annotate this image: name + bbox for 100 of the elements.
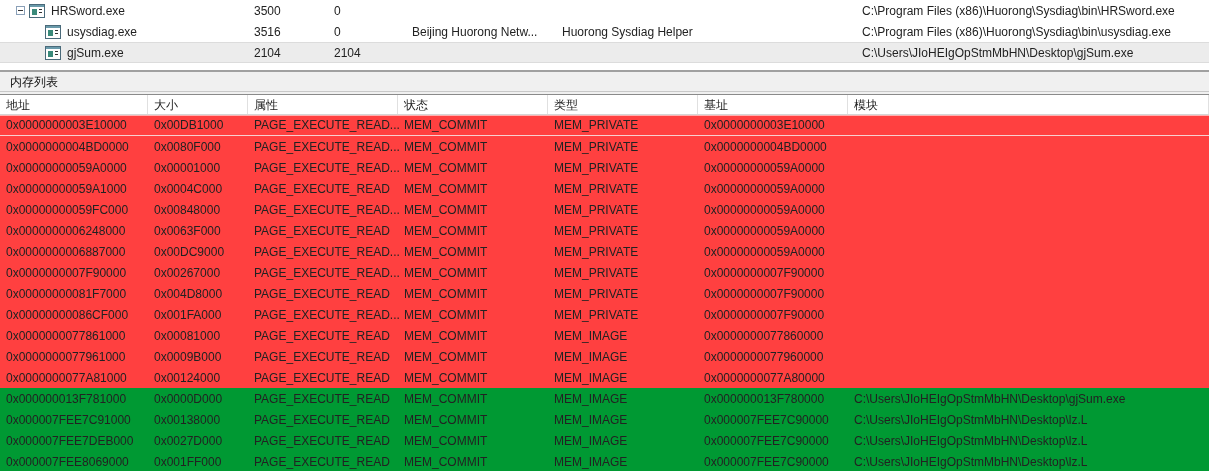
table-cell: 0x00000000059A0000 — [704, 244, 825, 259]
column-header[interactable]: 大小 — [148, 95, 248, 114]
table-cell: PAGE_EXECUTE_READ — [254, 454, 390, 469]
table-cell: MEM_COMMIT — [404, 433, 488, 448]
table-cell: MEM_PRIVATE — [554, 160, 639, 175]
table-cell: 0x001FA000 — [154, 307, 222, 322]
table-cell: 0x00000000059A0000 — [704, 181, 825, 196]
table-cell: 0x000007FEE7C90000 — [704, 454, 829, 469]
table-cell: PAGE_EXECUTE_READ — [254, 370, 390, 385]
table-cell: 0x00000000081F7000 — [6, 286, 127, 301]
memory-row[interactable]: 0x00000000086CF000 0x001FA000 PAGE_EXECUTE_READ... MEM_COMMIT MEM_PRIVATE 0x0000000007F90000 — [0, 304, 1209, 325]
process-row[interactable]: gjSum.exe 2104 2104 C:\Users\JIoHEIgOpStmMbHN\Desktop\gjSum.exe — [0, 42, 1209, 63]
column-header[interactable]: 类型 — [548, 95, 698, 114]
table-cell: MEM_IMAGE — [554, 328, 628, 343]
memory-row[interactable]: 0x00000000059A0000 0x00001000 PAGE_EXECUTE_READ... MEM_COMMIT MEM_PRIVATE 0x00000000059A0000 — [0, 157, 1209, 178]
table-cell: 0x000007FEE7C90000 — [704, 412, 829, 427]
column-header[interactable]: 地址 — [0, 95, 148, 114]
table-cell: C:\Users\JIoHEIgOpStmMbHN\Desktop\lz.L — [854, 454, 1088, 469]
table-cell: MEM_COMMIT — [404, 160, 488, 175]
memory-row[interactable]: 0x0000000003E10000 0x00DB1000 PAGE_EXECUTE_READ... MEM_COMMIT MEM_PRIVATE 0x0000000003E10000 — [0, 115, 1209, 136]
table-cell: 0x0000000077A81000 — [6, 370, 127, 385]
memory-row[interactable]: 0x00000000059A1000 0x0004C000 PAGE_EXECUTE_READ MEM_COMMIT MEM_PRIVATE 0x00000000059A0000 — [0, 178, 1209, 199]
table-cell: PAGE_EXECUTE_READ... — [254, 265, 400, 280]
window-icon — [45, 24, 61, 39]
path-text: C:\Program Files (x86)\Huorong\Sysdiag\bin\HRSword.exe — [862, 2, 1175, 20]
company-text: Beijing Huorong Netw... — [412, 24, 538, 39]
table-cell: 0x0000000077961000 — [6, 349, 126, 364]
table-cell: 0x0000000007F90000 — [704, 265, 825, 280]
table-cell: 0x00848000 — [154, 202, 221, 217]
memory-row[interactable]: 0x0000000004BD0000 0x0080F000 PAGE_EXECUTE_READ... MEM_COMMIT MEM_PRIVATE 0x0000000004BD0000 — [0, 136, 1209, 157]
table-cell: 0x0000000003E10000 — [6, 118, 127, 132]
table-cell: 0x000007FEE8069000 — [6, 454, 129, 469]
path-text: C:\Users\JIoHEIgOpStmMbHN\Desktop\gjSum.exe — [862, 44, 1134, 62]
table-cell: MEM_COMMIT — [404, 118, 488, 132]
table-cell: MEM_COMMIT — [404, 307, 488, 322]
memory-row[interactable]: 0x0000000006248000 0x0063F000 PAGE_EXECUTE_READ MEM_COMMIT MEM_PRIVATE 0x00000000059A0000 — [0, 220, 1209, 241]
table-cell: 0x00000000059A0000 — [704, 223, 825, 238]
table-cell: MEM_PRIVATE — [554, 181, 639, 196]
pid-text: 3500 — [254, 2, 282, 20]
table-cell: 0x0000000004BD0000 — [6, 139, 129, 154]
table-cell: 0x00000000086CF000 — [6, 307, 129, 322]
memory-row[interactable]: 0x0000000077861000 0x00081000 PAGE_EXECUTE_READ MEM_COMMIT MEM_IMAGE 0x0000000077860000 — [0, 325, 1209, 346]
pid-text: 2104 — [254, 44, 282, 62]
memory-row[interactable]: 0x0000000007F90000 0x00267000 PAGE_EXECUTE_READ... MEM_COMMIT MEM_PRIVATE 0x0000000007F90000 — [0, 262, 1209, 283]
table-cell: 0x0000D000 — [154, 391, 223, 406]
table-cell: 0x000007FEE7DEB000 — [6, 433, 134, 448]
table-cell: PAGE_EXECUTE_READ — [254, 286, 390, 301]
memory-row[interactable]: 0x0000000006887000 0x00DC9000 PAGE_EXECUTE_READ... MEM_COMMIT MEM_PRIVATE 0x00000000059A0000 — [0, 241, 1209, 262]
table-cell: 0x00081000 — [154, 328, 221, 343]
process-name: HRSword.exe — [51, 2, 126, 20]
table-cell: MEM_IMAGE — [554, 454, 628, 469]
column-header[interactable]: 基址 — [698, 95, 848, 114]
memory-row[interactable]: 0x0000000077A81000 0x00124000 PAGE_EXECUTE_READ MEM_COMMIT MEM_IMAGE 0x0000000077A80000 — [0, 367, 1209, 388]
table-cell: PAGE_EXECUTE_READ — [254, 412, 390, 427]
table-cell: MEM_PRIVATE — [554, 139, 639, 154]
panel-title: 内存列表 — [10, 73, 58, 91]
collapse-toggle[interactable] — [16, 6, 25, 15]
memory-row[interactable]: 0x000007FEE8069000 0x001FF000 PAGE_EXECUTE_READ MEM_COMMIT MEM_IMAGE 0x000007FEE7C90000 C:\Users\JIoHEIgOpStmMbHN\Desktop\lz.L — [0, 451, 1209, 471]
table-cell: PAGE_EXECUTE_READ — [254, 391, 390, 406]
table-cell: 0x000007FEE7C90000 — [704, 433, 829, 448]
table-cell: 0x00000000059A0000 — [6, 160, 127, 175]
pid-text: 3516 — [254, 23, 282, 41]
path-text: C:\Program Files (x86)\Huorong\Sysdiag\bin\usysdiag.exe — [862, 23, 1171, 41]
memory-row[interactable]: 0x000007FEE7DEB000 0x0027D000 PAGE_EXECUTE_READ MEM_COMMIT MEM_IMAGE 0x000007FEE7C90000 C:\Users\JIoHEIgOpStmMbHN\Desktop\lz.L — [0, 430, 1209, 451]
process-name: gjSum.exe — [67, 44, 124, 62]
memory-row[interactable]: 0x00000000059FC000 0x00848000 PAGE_EXECUTE_READ... MEM_COMMIT MEM_PRIVATE 0x00000000059A0000 — [0, 199, 1209, 220]
table-cell: 0x0027D000 — [154, 433, 223, 448]
table-cell: 0x00000000059A0000 — [704, 160, 825, 175]
parent-pid-text: 0 — [334, 3, 341, 18]
table-cell: C:\Users\JIoHEIgOpStmMbHN\Desktop\lz.L — [854, 433, 1088, 448]
table-cell: MEM_IMAGE — [554, 370, 628, 385]
table-cell: PAGE_EXECUTE_READ — [254, 223, 390, 238]
table-cell: PAGE_EXECUTE_READ... — [254, 139, 400, 154]
table-cell: 0x000000013F780000 — [704, 391, 825, 406]
table-cell: MEM_COMMIT — [404, 265, 488, 280]
table-cell: MEM_PRIVATE — [554, 286, 639, 301]
table-cell: 0x000007FEE7C91000 — [6, 412, 131, 427]
table-cell: 0x0000000006887000 — [6, 244, 126, 259]
memory-row[interactable]: 0x0000000077961000 0x0009B000 PAGE_EXECUTE_READ MEM_COMMIT MEM_IMAGE 0x0000000077960000 — [0, 346, 1209, 367]
table-cell: MEM_PRIVATE — [554, 118, 639, 132]
table-cell: PAGE_EXECUTE_READ... — [254, 202, 400, 217]
memory-row[interactable]: 0x000000013F781000 0x0000D000 PAGE_EXECUTE_READ MEM_COMMIT MEM_IMAGE 0x000000013F780000 C:\Users\JIoHEIgOpStmMbHN\Desktop\gjSum.exe — [0, 388, 1209, 409]
table-cell: 0x00001000 — [154, 160, 221, 175]
table-cell: MEM_COMMIT — [404, 202, 488, 217]
table-cell: C:\Users\JIoHEIgOpStmMbHN\Desktop\lz.L — [854, 412, 1088, 427]
table-cell: MEM_COMMIT — [404, 328, 488, 343]
column-header[interactable]: 模块 — [848, 95, 1209, 114]
column-header[interactable]: 状态 — [398, 95, 548, 114]
table-cell: 0x004D8000 — [154, 286, 223, 301]
table-cell: 0x0004C000 — [154, 181, 223, 196]
column-header[interactable]: 属性 — [248, 95, 398, 114]
parent-pid-text: 2104 — [334, 45, 361, 60]
memory-row[interactable]: 0x000007FEE7C91000 0x00138000 PAGE_EXECUTE_READ MEM_COMMIT MEM_IMAGE 0x000007FEE7C90000 C:\Users\JIoHEIgOpStmMbHN\Desktop\lz.L — [0, 409, 1209, 430]
table-cell: MEM_IMAGE — [554, 433, 628, 448]
table-cell: 0x0000000077861000 — [6, 328, 126, 343]
table-cell: MEM_PRIVATE — [554, 202, 639, 217]
table-cell: 0x0000000007F90000 — [704, 307, 825, 322]
memory-row[interactable]: 0x00000000081F7000 0x004D8000 PAGE_EXECUTE_READ MEM_COMMIT MEM_PRIVATE 0x0000000007F90000 — [0, 283, 1209, 304]
table-cell: 0x0009B000 — [154, 349, 222, 364]
table-cell: MEM_COMMIT — [404, 412, 488, 427]
